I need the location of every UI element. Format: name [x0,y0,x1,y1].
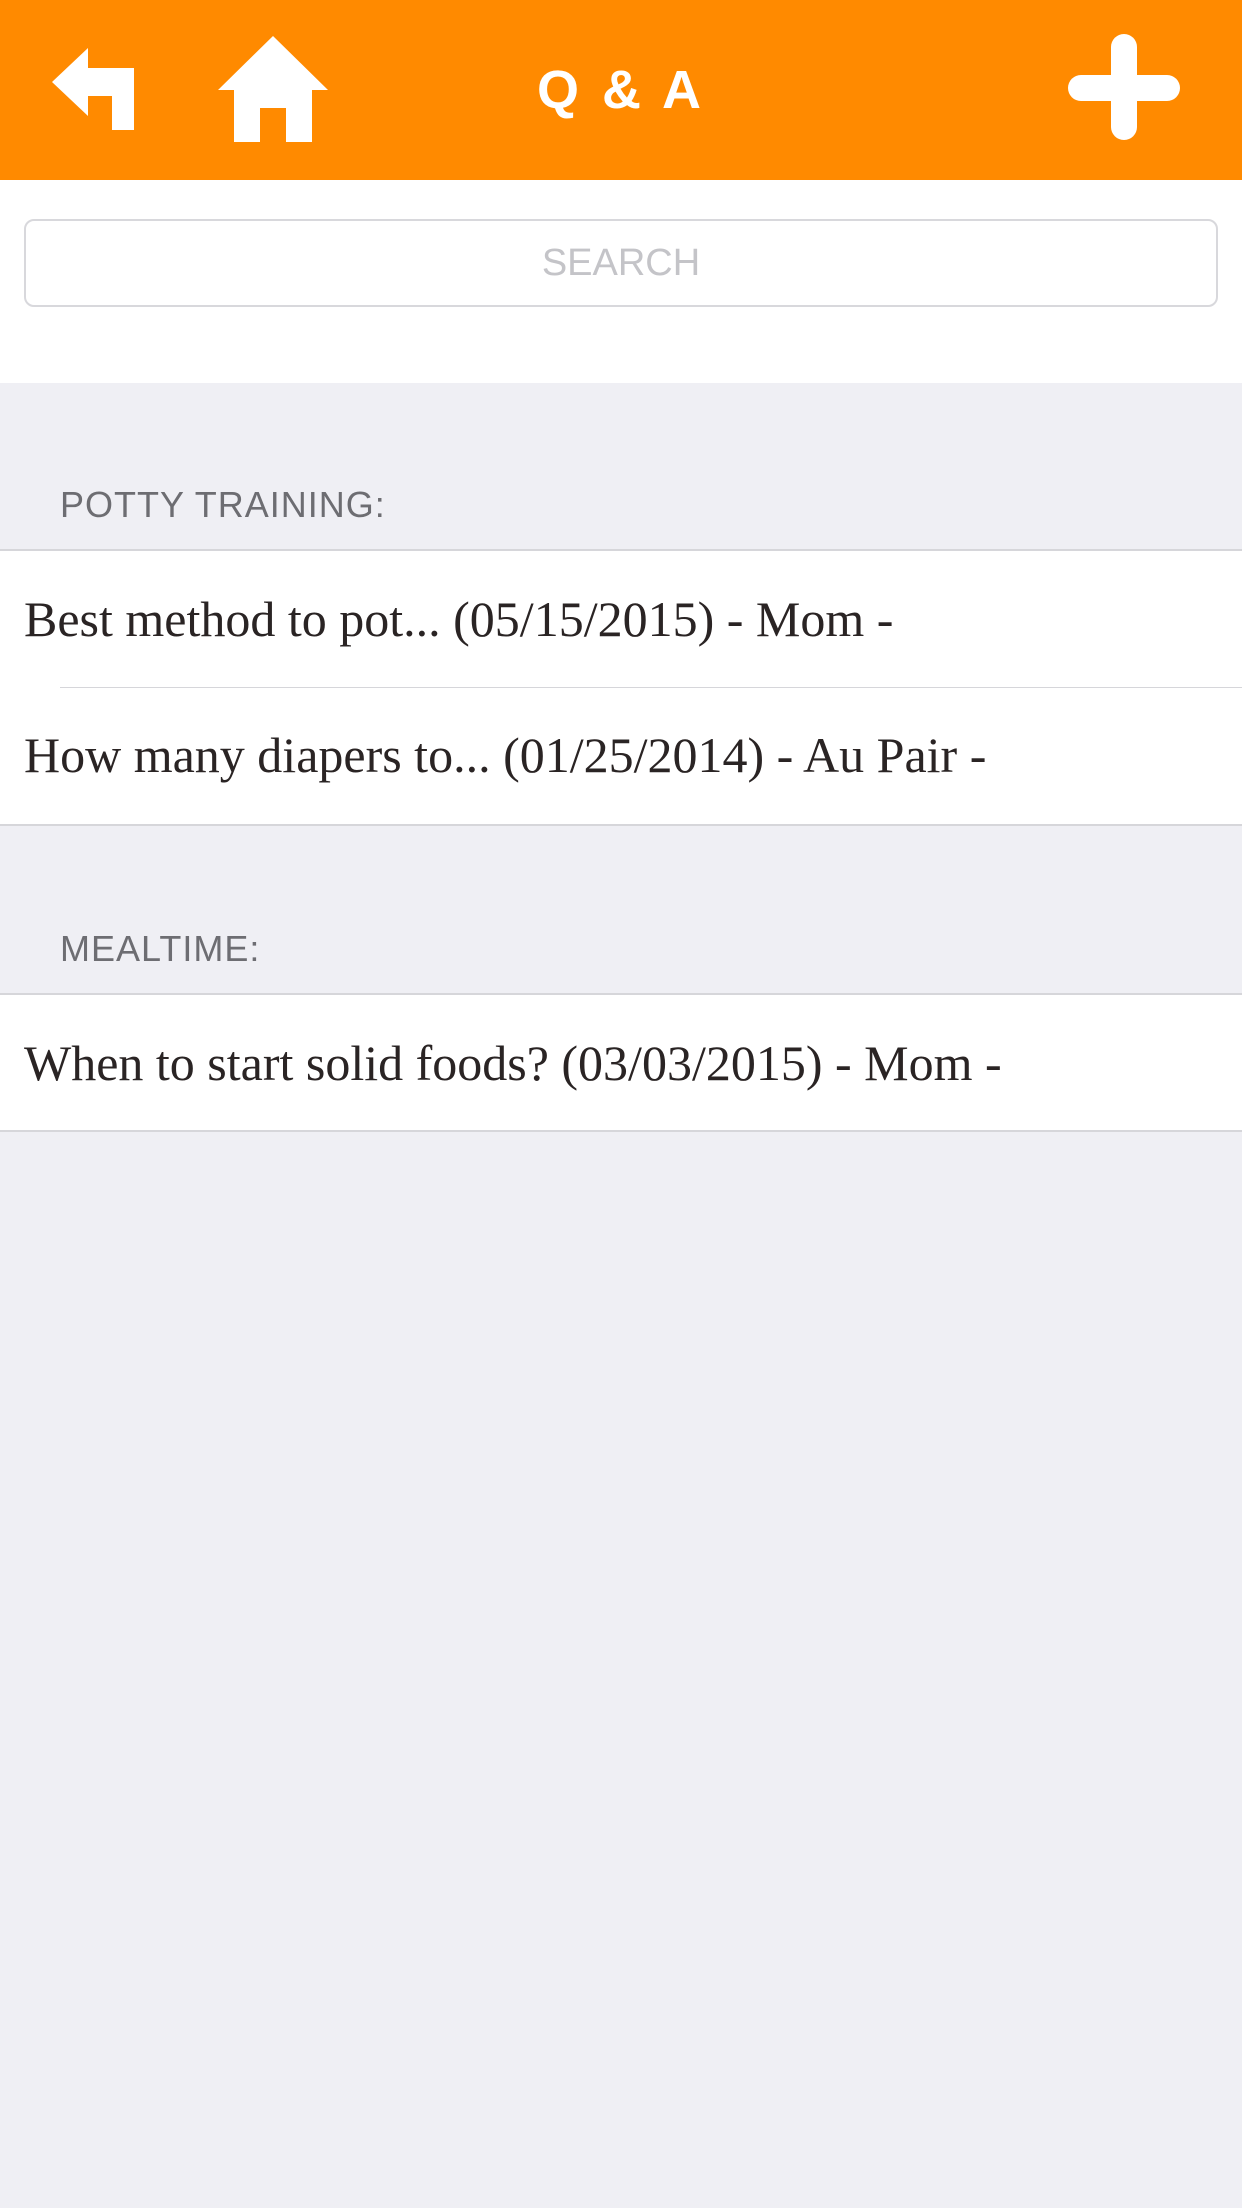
question-row[interactable]: Best method to pot... (05/15/2015) - Mom… [0,551,1242,687]
page-title: Q & A [537,60,705,120]
section-title: POTTY TRAINING: [60,484,386,525]
search-area [0,180,1242,383]
question-list-mealtime: When to start solid foods? (03/03/2015) … [0,993,1242,1132]
back-button[interactable] [52,48,142,138]
question-row[interactable]: How many diapers to... (01/25/2014) - Au… [0,687,1242,823]
section-header-potty-training: POTTY TRAINING: [0,383,1242,550]
section-header-mealtime: MEALTIME: [0,825,1242,994]
section-title: MEALTIME: [60,928,261,969]
question-list-potty-training: Best method to pot... (05/15/2015) - Mom… [0,549,1242,826]
home-icon [218,36,328,142]
add-question-button[interactable] [1064,30,1184,150]
plus-icon [1068,34,1180,140]
question-row[interactable]: When to start solid foods? (03/03/2015) … [0,995,1242,1131]
search-input[interactable] [24,219,1218,307]
back-arrow-icon [52,48,134,130]
home-button[interactable] [218,34,328,144]
navigation-bar: Q & A [0,0,1242,180]
